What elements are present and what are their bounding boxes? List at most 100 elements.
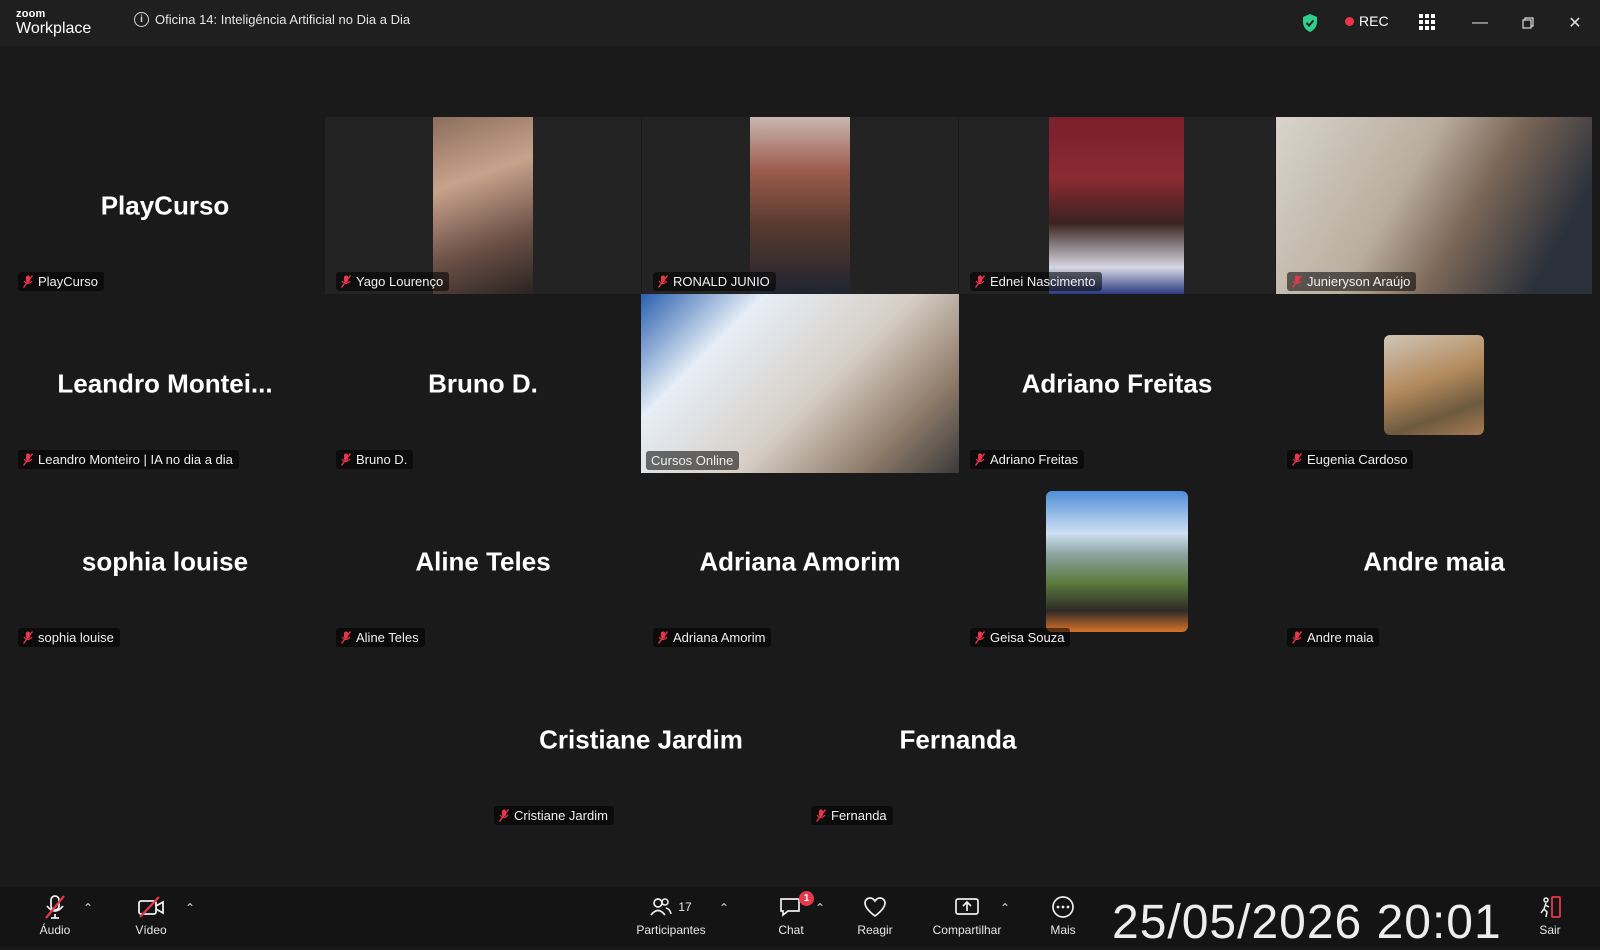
mic-muted-icon	[499, 809, 509, 822]
mic-muted-icon	[1292, 453, 1302, 466]
leave-icon	[1540, 896, 1561, 918]
close-icon[interactable]: ✕	[1562, 10, 1588, 36]
participant-name-label: Eugenia Cardoso	[1287, 450, 1414, 469]
participant-video	[1276, 117, 1592, 294]
zoom-workplace-logo: zoom Workplace	[16, 9, 91, 37]
meeting-info[interactable]: i Oficina 14: Inteligência Artificial no…	[134, 12, 410, 27]
participant-name-label: Adriano Freitas	[970, 450, 1085, 469]
mic-muted-icon	[341, 631, 351, 644]
meeting-title: Oficina 14: Inteligência Artificial no D…	[155, 12, 411, 27]
leave-button[interactable]: Sair	[1525, 893, 1575, 943]
participant-display-name: Adriana Amorim	[699, 546, 901, 576]
participant-tile[interactable]: Bruno D. Bruno D.	[325, 295, 641, 472]
chat-options-chevron-up-icon[interactable]: ⌃	[815, 901, 825, 915]
mic-muted-icon	[658, 275, 668, 288]
video-button[interactable]: Vídeo	[126, 893, 176, 943]
recording-indicator[interactable]: REC	[1345, 13, 1389, 29]
rec-label: REC	[1359, 13, 1389, 29]
participant-tile[interactable]: Geisa Souza	[959, 473, 1275, 650]
participant-name-label: Cristiane Jardim	[494, 806, 614, 825]
participant-tile[interactable]: Leandro Montei... Leandro Monteiro | IA …	[7, 295, 323, 472]
participant-name-label: Bruno D.	[336, 450, 414, 469]
participant-name-label: Ednei Nascimento	[970, 272, 1102, 291]
mic-muted-icon	[975, 275, 985, 288]
participant-video	[641, 294, 959, 473]
recording-dot-icon	[1345, 16, 1354, 26]
participant-name-label: Adriana Amorim	[653, 628, 772, 647]
participant-tile[interactable]: Fernanda Fernanda	[800, 651, 1116, 828]
security-shield-icon[interactable]	[1301, 13, 1319, 33]
logo-zoom-text: zoom	[16, 8, 46, 20]
date-time-overlay: 25/05/2026 20:01	[1112, 896, 1502, 949]
participant-tile[interactable]: Adriano Freitas Adriano Freitas	[959, 295, 1275, 472]
participant-tile[interactable]: Ednei Nascimento	[959, 117, 1275, 294]
chat-button[interactable]: Chat 1	[766, 891, 816, 943]
profile-picture	[1384, 335, 1484, 435]
restore-window-icon[interactable]	[1515, 10, 1541, 36]
mic-muted-icon	[23, 275, 33, 288]
mic-muted-icon	[975, 453, 985, 466]
participant-video	[433, 117, 533, 294]
participants-button[interactable]: 17 Participantes	[628, 893, 714, 943]
participant-display-name: Aline Teles	[415, 546, 551, 576]
participants-icon	[650, 898, 673, 916]
participant-name-label: sophia louise	[18, 628, 120, 647]
share-screen-button[interactable]: Compartilhar	[924, 893, 1010, 943]
chat-unread-badge: 1	[799, 891, 814, 906]
video-off-icon	[138, 896, 164, 918]
mic-muted-icon	[341, 453, 351, 466]
mic-muted-icon	[816, 809, 826, 822]
video-options-chevron-up-icon[interactable]: ⌃	[185, 901, 195, 915]
participant-name-label: Geisa Souza	[970, 628, 1071, 647]
apps-grid-icon[interactable]	[1419, 14, 1435, 30]
minimize-icon[interactable]: —	[1467, 10, 1493, 36]
audio-button[interactable]: Áudio	[30, 893, 80, 943]
title-bar: zoom Workplace i Oficina 14: Inteligênci…	[0, 0, 1600, 46]
participant-name-label: Andre maia	[1287, 628, 1380, 647]
mic-muted-icon	[341, 275, 351, 288]
participant-display-name: Leandro Montei...	[57, 368, 273, 398]
info-icon[interactable]: i	[134, 12, 149, 27]
participant-name-label: Aline Teles	[336, 628, 425, 647]
participant-display-name: Bruno D.	[428, 368, 538, 398]
participant-tile[interactable]: PlayCurso PlayCurso	[7, 117, 323, 294]
active-speaker-tile[interactable]: Cursos Online	[641, 294, 959, 473]
participant-tile[interactable]: Adriana Amorim Adriana Amorim	[642, 473, 958, 650]
mic-muted-icon	[45, 895, 65, 919]
profile-picture	[1046, 491, 1188, 632]
participants-options-chevron-up-icon[interactable]: ⌃	[719, 901, 729, 915]
audio-options-chevron-up-icon[interactable]: ⌃	[83, 901, 93, 915]
heart-icon	[864, 897, 886, 918]
participant-video	[1049, 117, 1184, 294]
participant-tile[interactable]: Eugenia Cardoso	[1276, 295, 1592, 472]
participant-video	[750, 117, 850, 294]
participant-tile[interactable]: RONALD JUNIO	[642, 117, 958, 294]
more-button[interactable]: Mais	[1038, 893, 1088, 943]
participant-name-label: Junieryson Araújo	[1287, 272, 1417, 291]
participant-tile[interactable]: sophia louise sophia louise	[7, 473, 323, 650]
participant-name-label: Cursos Online	[646, 451, 740, 470]
participants-count: 17	[678, 900, 692, 914]
react-button[interactable]: Reagir	[850, 893, 900, 943]
logo-workplace-text: Workplace	[16, 20, 92, 37]
mic-muted-icon	[23, 453, 33, 466]
participant-display-name: PlayCurso	[100, 190, 230, 220]
participant-tile[interactable]: Cristiane Jardim Cristiane Jardim	[483, 651, 799, 828]
participant-tile[interactable]: Junieryson Araújo	[1276, 117, 1592, 294]
participant-name-label: Leandro Monteiro | IA no dia a dia	[18, 450, 239, 469]
mic-muted-icon	[975, 631, 985, 644]
participant-tile[interactable]: Andre maia Andre maia	[1276, 473, 1592, 650]
participant-display-name: Cristiane Jardim	[539, 724, 743, 754]
participant-name-label: RONALD JUNIO	[653, 272, 776, 291]
participant-display-name: Adriano Freitas	[1021, 368, 1213, 398]
participant-name-label: Fernanda	[811, 806, 893, 825]
participant-display-name: Fernanda	[899, 724, 1017, 754]
participant-tile[interactable]: Aline Teles Aline Teles	[325, 473, 641, 650]
participant-tile[interactable]: Yago Lourenço	[325, 117, 641, 294]
participant-display-name: Andre maia	[1363, 546, 1505, 576]
share-options-chevron-up-icon[interactable]: ⌃	[1000, 901, 1010, 915]
participant-name-label: Yago Lourenço	[336, 272, 450, 291]
share-screen-icon	[955, 898, 979, 915]
mic-muted-icon	[658, 631, 668, 644]
mic-muted-icon	[1292, 275, 1302, 288]
